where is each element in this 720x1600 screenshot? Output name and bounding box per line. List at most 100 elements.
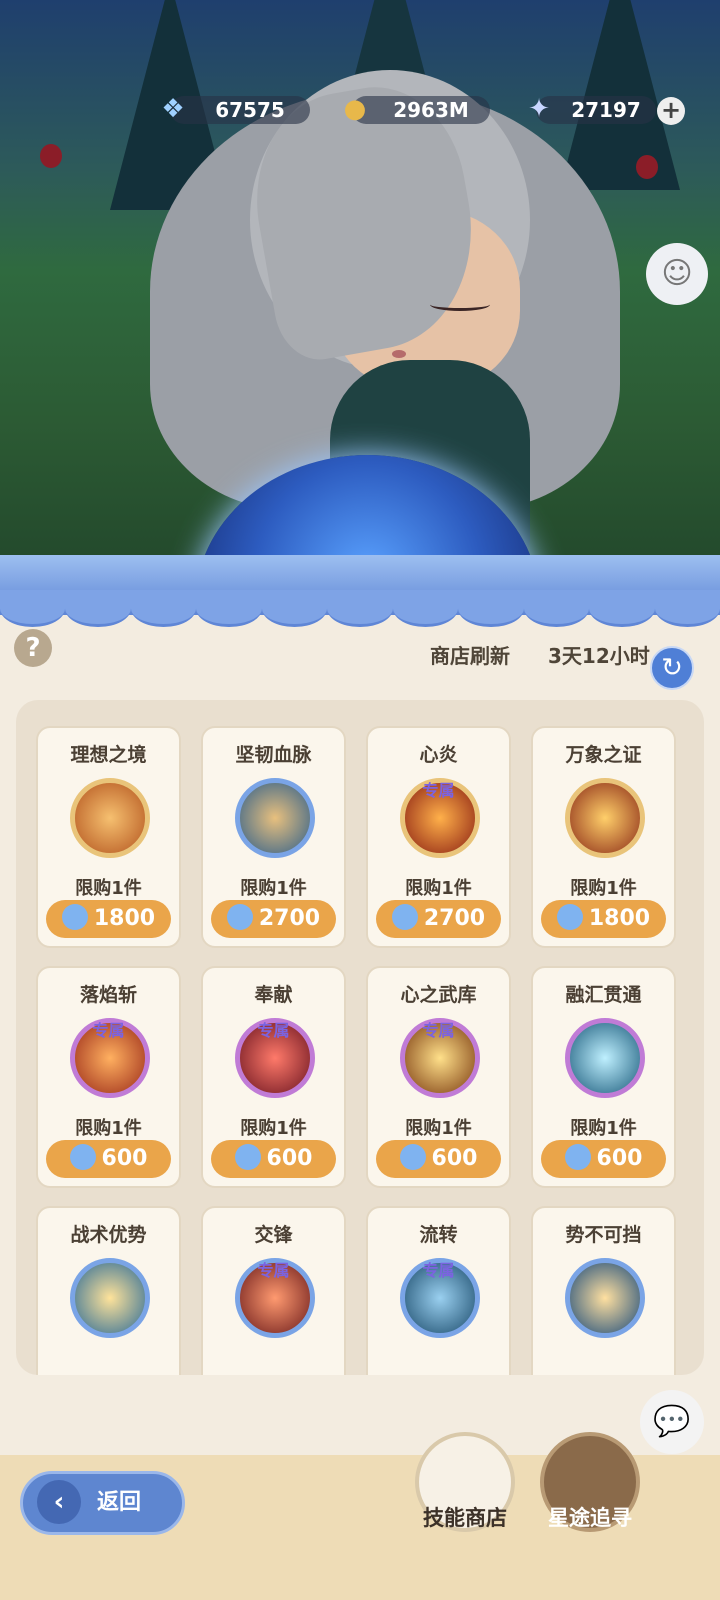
- resource-gold: ● 2963M: [344, 94, 490, 124]
- buy-button[interactable]: 1800: [46, 900, 171, 938]
- purchase-limit: 限购1件: [240, 1118, 307, 1139]
- tab-skill-shop[interactable]: 技能商店: [415, 1432, 515, 1532]
- item-name: 势不可挡: [565, 1224, 642, 1246]
- purchase-limit: 限购1件: [75, 1118, 142, 1139]
- item-price: 1800: [588, 906, 651, 931]
- gold-coin-icon: ●: [343, 94, 367, 124]
- tab-label: 技能商店: [423, 1506, 507, 1530]
- item-price: 600: [101, 1146, 148, 1171]
- shop-item-card[interactable]: 流转 专属: [366, 1206, 511, 1375]
- shop-item-card[interactable]: 融汇贯通 限购1件 600: [531, 966, 676, 1188]
- item-price: 2700: [423, 906, 486, 931]
- buy-button[interactable]: 1800: [541, 900, 666, 938]
- shop-items-grid: 理想之境 限购1件 1800 坚韧血脉 限购1件 2700 心炎 专属 限购1件…: [36, 726, 688, 1375]
- crystal-icon: [564, 1144, 591, 1170]
- purchase-limit: 限购1件: [405, 1118, 472, 1139]
- item-name: 心炎: [419, 744, 458, 766]
- buy-button[interactable]: 600: [211, 1140, 336, 1178]
- shop-item-card[interactable]: 落焰斩 专属 限购1件 600: [36, 966, 181, 1188]
- item-name: 坚韧血脉: [235, 744, 312, 766]
- purchase-limit: 限购1件: [405, 878, 472, 899]
- exclusive-badge: 专属: [422, 781, 455, 800]
- back-arrow-icon: ‹: [37, 1480, 81, 1524]
- skill-icon: [235, 778, 315, 858]
- buy-button[interactable]: 600: [376, 1140, 501, 1178]
- crystal-icon: [399, 1144, 426, 1170]
- crystal-icon: [226, 904, 253, 930]
- crystal-icon: [61, 904, 88, 930]
- help-button[interactable]: ?: [14, 629, 52, 667]
- item-name: 奉献: [254, 984, 293, 1006]
- item-name: 流转: [419, 1224, 458, 1246]
- star-crystal-icon: ✦: [528, 94, 550, 124]
- item-name: 落焰斩: [79, 984, 137, 1006]
- game-scene-background: [0, 0, 720, 600]
- item-name: 理想之境: [70, 744, 147, 766]
- skill-icon: [565, 1018, 645, 1098]
- refresh-icon[interactable]: ↻: [650, 646, 694, 690]
- item-price: 600: [266, 1146, 313, 1171]
- shop-item-card[interactable]: 万象之证 限购1件 1800: [531, 726, 676, 948]
- purchase-limit: 限购1件: [570, 1118, 637, 1139]
- shop-item-card[interactable]: 交锋 专属: [201, 1206, 346, 1375]
- item-name: 融汇贯通: [565, 984, 642, 1006]
- exclusive-badge: 专属: [422, 1261, 455, 1280]
- tab-star-path[interactable]: 星途追寻: [540, 1432, 640, 1532]
- shop-item-card[interactable]: 心之武库 专属 限购1件 600: [366, 966, 511, 1188]
- shop-item-card[interactable]: 战术优势: [36, 1206, 181, 1375]
- item-price: 600: [596, 1146, 643, 1171]
- buy-button[interactable]: 2700: [211, 900, 336, 938]
- purchase-limit: 限购1件: [570, 878, 637, 899]
- item-name: 战术优势: [70, 1224, 147, 1246]
- back-label: 返回: [97, 1490, 142, 1515]
- shop-item-card[interactable]: 势不可挡: [531, 1206, 676, 1375]
- awning-scallops: [0, 590, 720, 627]
- tab-label: 星途追寻: [548, 1506, 632, 1530]
- exclusive-badge: 专属: [257, 1261, 290, 1280]
- item-price: 600: [431, 1146, 478, 1171]
- exclusive-badge: 专属: [257, 1021, 290, 1040]
- shop-item-card[interactable]: 理想之境 限购1件 1800: [36, 726, 181, 948]
- skill-icon: [565, 778, 645, 858]
- shop-item-card[interactable]: 奉献 专属 限购1件 600: [201, 966, 346, 1188]
- crystal-icon: [391, 904, 418, 930]
- shop-refresh-label: 商店刷新: [430, 644, 510, 668]
- buy-button[interactable]: 2700: [376, 900, 501, 938]
- shop-item-card[interactable]: 坚韧血脉 限购1件 2700: [201, 726, 346, 948]
- crystal-count: 67575: [215, 98, 285, 122]
- skill-icon: [565, 1258, 645, 1338]
- character-eye: [430, 298, 490, 311]
- resource-crystal: ❖ 67575: [161, 94, 310, 124]
- robot-helper-icon[interactable]: ☺: [646, 243, 708, 305]
- item-name: 万象之证: [565, 744, 642, 766]
- crystal-icon: [234, 1144, 261, 1170]
- star-count: 27197: [571, 98, 641, 122]
- purchase-limit: 限购1件: [75, 878, 142, 899]
- crystal-icon: [556, 904, 583, 930]
- apple: [40, 144, 62, 168]
- shop-refresh-time: 3天12小时: [548, 644, 650, 668]
- purchase-limit: 限购1件: [240, 878, 307, 899]
- character-mouth: [392, 350, 406, 358]
- resource-star: ✦ 27197: [528, 94, 656, 124]
- item-name: 交锋: [254, 1224, 293, 1246]
- blue-crystal-icon: ❖: [161, 94, 185, 124]
- item-price: 2700: [258, 906, 321, 931]
- shop-item-card[interactable]: 心炎 专属 限购1件 2700: [366, 726, 511, 948]
- tree: [560, 0, 680, 190]
- item-name: 心之武库: [400, 984, 477, 1006]
- chat-icon[interactable]: 💬: [640, 1390, 704, 1454]
- buy-button[interactable]: 600: [46, 1140, 171, 1178]
- skill-icon: [70, 778, 150, 858]
- gold-count: 2963M: [393, 98, 469, 122]
- skill-icon: [70, 1258, 150, 1338]
- crystal-icon: [69, 1144, 96, 1170]
- item-price: 1800: [93, 906, 156, 931]
- back-button[interactable]: ‹ 返回: [20, 1471, 185, 1535]
- exclusive-badge: 专属: [92, 1021, 125, 1040]
- apple: [636, 155, 658, 179]
- buy-button[interactable]: 600: [541, 1140, 666, 1178]
- exclusive-badge: 专属: [422, 1021, 455, 1040]
- add-currency-button[interactable]: +: [657, 97, 685, 125]
- shop-items-panel[interactable]: 理想之境 限购1件 1800 坚韧血脉 限购1件 2700 心炎 专属 限购1件…: [16, 700, 704, 1375]
